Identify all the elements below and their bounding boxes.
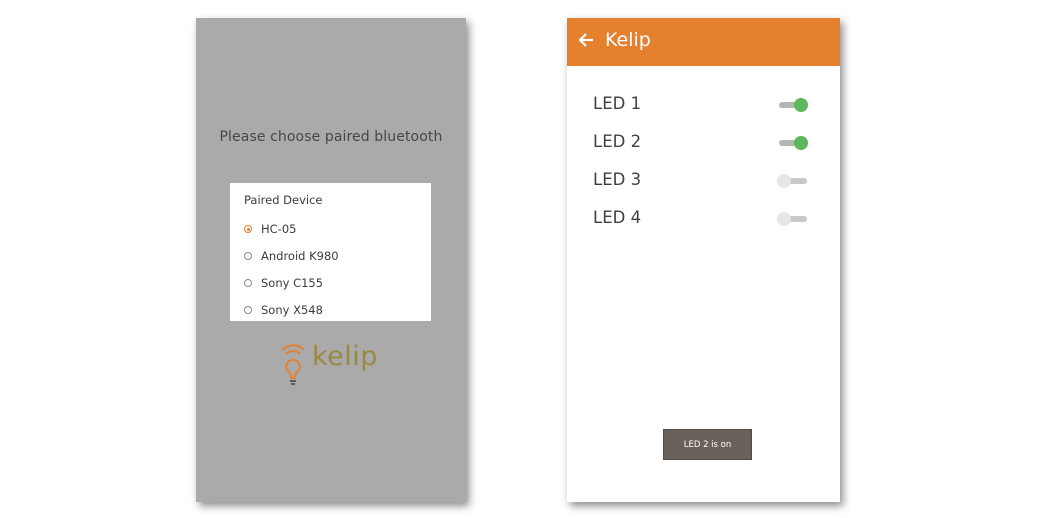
toast-message: LED 2 is on [663,429,752,460]
led-1-toggle[interactable] [777,98,809,112]
radio-unchecked-icon[interactable] [244,279,252,287]
device-label: Sony X548 [261,303,323,317]
led-label: LED 1 [593,94,642,113]
prompt-text: Please choose paired bluetooth [219,129,443,145]
radio-unchecked-icon[interactable] [244,306,252,314]
device-label: HC-05 [261,222,297,236]
led-label: LED 4 [593,208,642,227]
app-title: Kelip [605,29,651,51]
kelip-logo: kelip [278,338,398,388]
led-control-screen: Kelip LED 1 LED 2 LED 3 LED 4 LED 2 is o… [567,18,840,502]
arrow-left-icon[interactable] [577,31,595,49]
device-label: Sony C155 [261,276,324,290]
device-label: Android K980 [261,249,339,263]
logo-text: kelip [312,341,378,372]
led-row-2: LED 2 [593,132,813,154]
device-option-sony-c155[interactable]: Sony C155 [244,274,323,292]
led-label: LED 3 [593,170,642,189]
device-option-sony-x548[interactable]: Sony X548 [244,301,323,319]
radio-checked-icon[interactable] [244,225,252,233]
led-3-toggle[interactable] [777,174,809,188]
dialog-title: Paired Device [244,193,323,207]
led-2-toggle[interactable] [777,136,809,150]
led-row-1: LED 1 [593,94,813,116]
radio-unchecked-icon[interactable] [244,252,252,260]
led-label: LED 2 [593,132,642,151]
device-picker-screen: Please choose paired bluetooth Paired De… [196,18,466,502]
paired-device-dialog: Paired Device HC-05 Android K980 Sony C1… [230,183,431,321]
device-option-android-k980[interactable]: Android K980 [244,247,339,265]
led-row-3: LED 3 [593,170,813,192]
device-option-hc05[interactable]: HC-05 [244,220,296,238]
led-4-toggle[interactable] [777,212,809,226]
lightbulb-signal-icon [281,344,305,385]
app-bar: Kelip [567,18,840,66]
led-row-4: LED 4 [593,208,813,230]
